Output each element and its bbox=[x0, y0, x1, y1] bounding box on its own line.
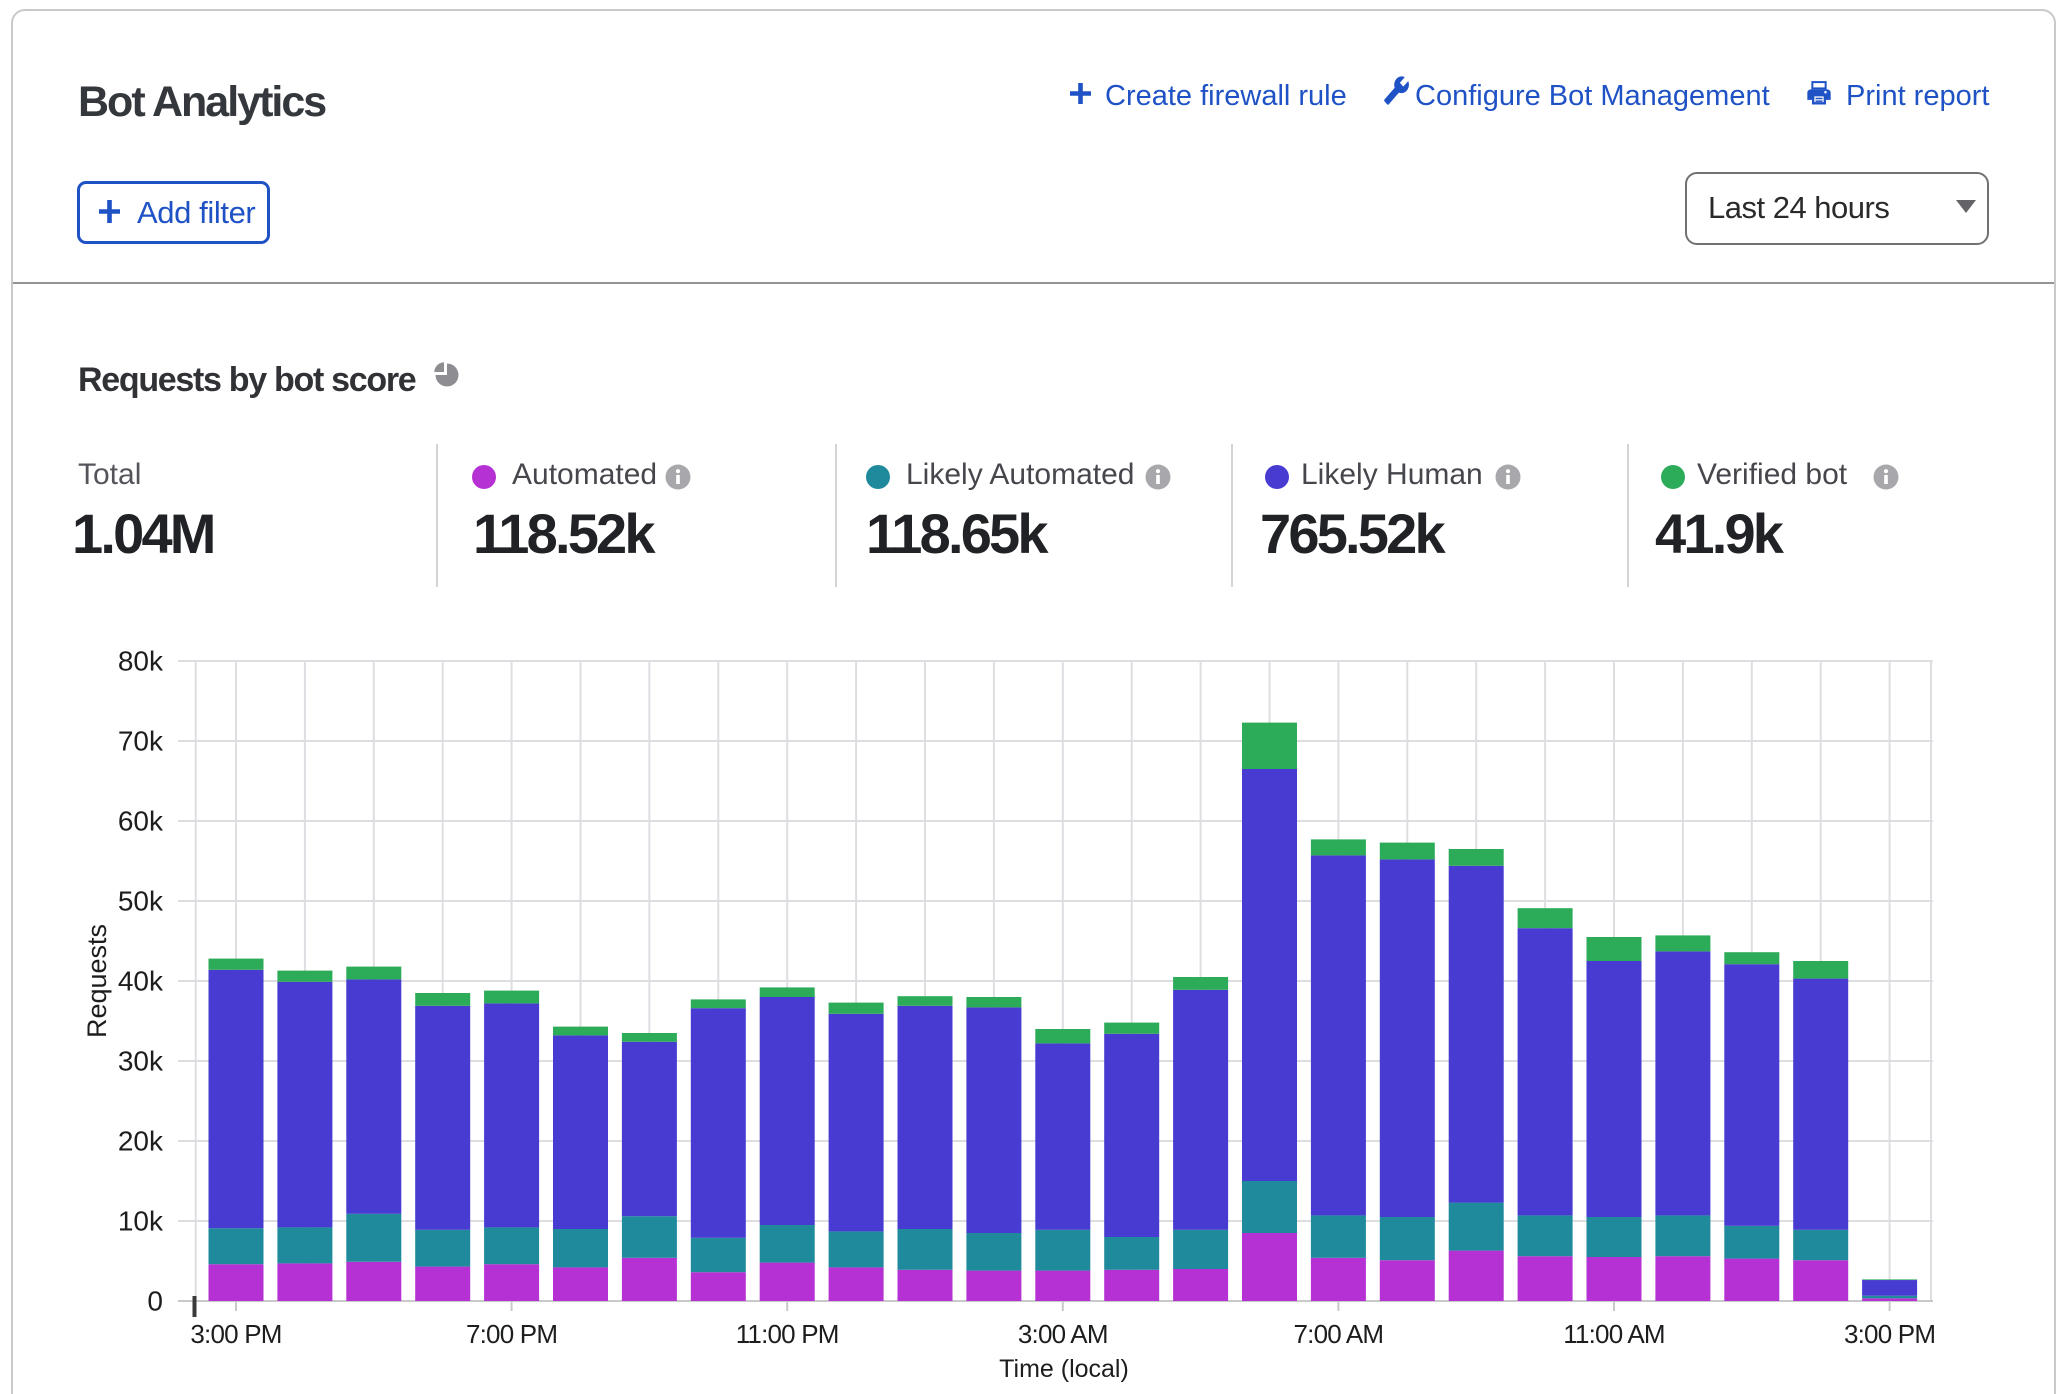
svg-text:11:00 AM: 11:00 AM bbox=[1563, 1319, 1665, 1349]
svg-text:80k: 80k bbox=[118, 646, 164, 677]
svg-text:30k: 30k bbox=[118, 1046, 164, 1077]
svg-text:7:00 PM: 7:00 PM bbox=[466, 1319, 557, 1349]
svg-text:60k: 60k bbox=[118, 806, 164, 837]
svg-text:40k: 40k bbox=[118, 966, 164, 997]
svg-text:7:00 AM: 7:00 AM bbox=[1294, 1319, 1384, 1349]
svg-text:11:00 PM: 11:00 PM bbox=[736, 1319, 839, 1349]
svg-text:20k: 20k bbox=[118, 1126, 164, 1157]
svg-text:Time (local): Time (local) bbox=[999, 1355, 1129, 1383]
svg-text:3:00 AM: 3:00 AM bbox=[1018, 1319, 1108, 1349]
svg-text:Requests: Requests bbox=[82, 924, 112, 1038]
svg-text:0: 0 bbox=[147, 1286, 163, 1317]
svg-text:10k: 10k bbox=[118, 1206, 164, 1237]
svg-text:70k: 70k bbox=[118, 726, 164, 757]
svg-text:3:00 PM: 3:00 PM bbox=[1844, 1319, 1935, 1349]
svg-text:50k: 50k bbox=[118, 886, 164, 917]
svg-text:3:00 PM: 3:00 PM bbox=[190, 1319, 281, 1349]
